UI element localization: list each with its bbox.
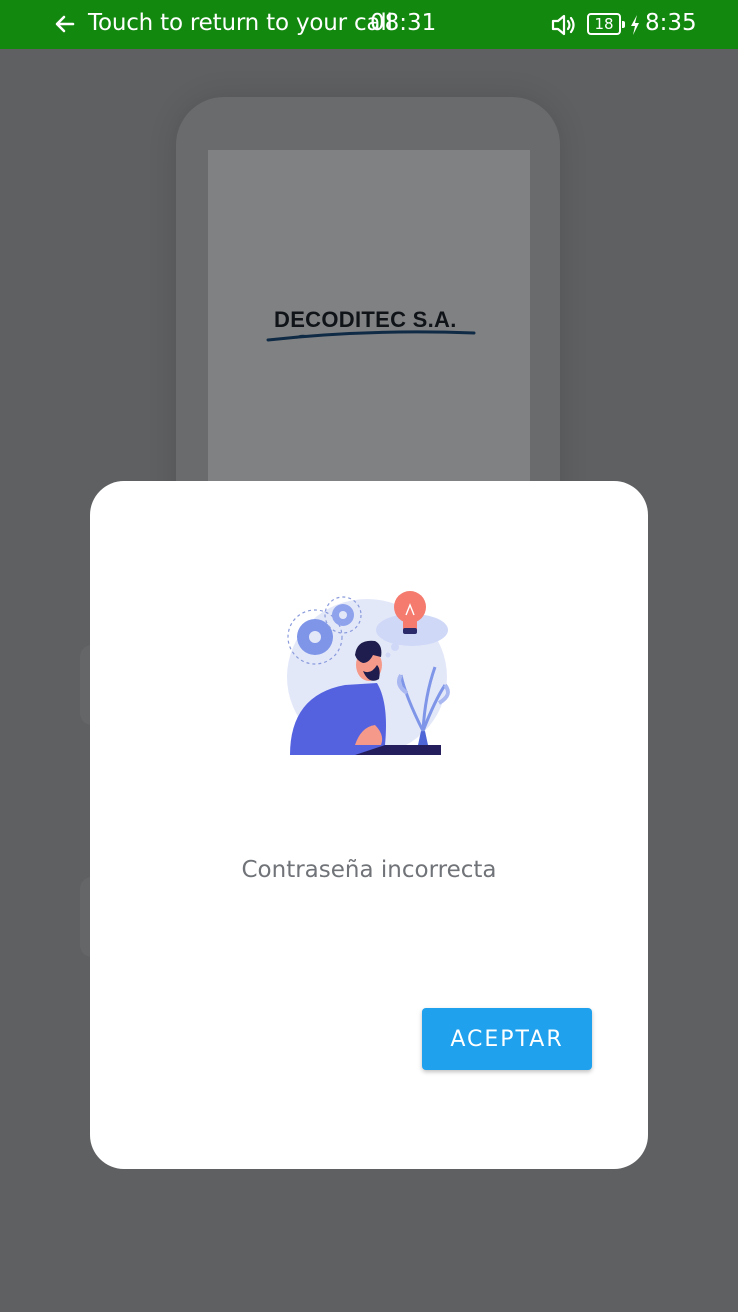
return-to-call-text[interactable]: Touch to return to your call	[88, 10, 393, 36]
call-banner[interactable]: Touch to return to your call 08:31 18 8:…	[0, 0, 738, 49]
volume-icon	[551, 14, 575, 36]
company-logo: DECODITEC S.A.	[266, 307, 478, 347]
accept-button[interactable]: ACEPTAR	[422, 1008, 592, 1070]
back-arrow-icon[interactable]	[52, 11, 78, 37]
error-dialog: Contraseña incorrecta ACEPTAR	[90, 481, 648, 1169]
charging-bolt-icon	[631, 15, 639, 35]
clock: 8:35	[645, 10, 697, 36]
logo-swoosh-icon	[266, 330, 476, 342]
call-timer: 08:31	[370, 10, 437, 36]
thinking-person-illustration	[287, 591, 450, 755]
battery-level: 18	[594, 15, 614, 33]
battery-icon: 18	[587, 13, 625, 35]
dialog-message: Contraseña incorrecta	[241, 857, 497, 883]
